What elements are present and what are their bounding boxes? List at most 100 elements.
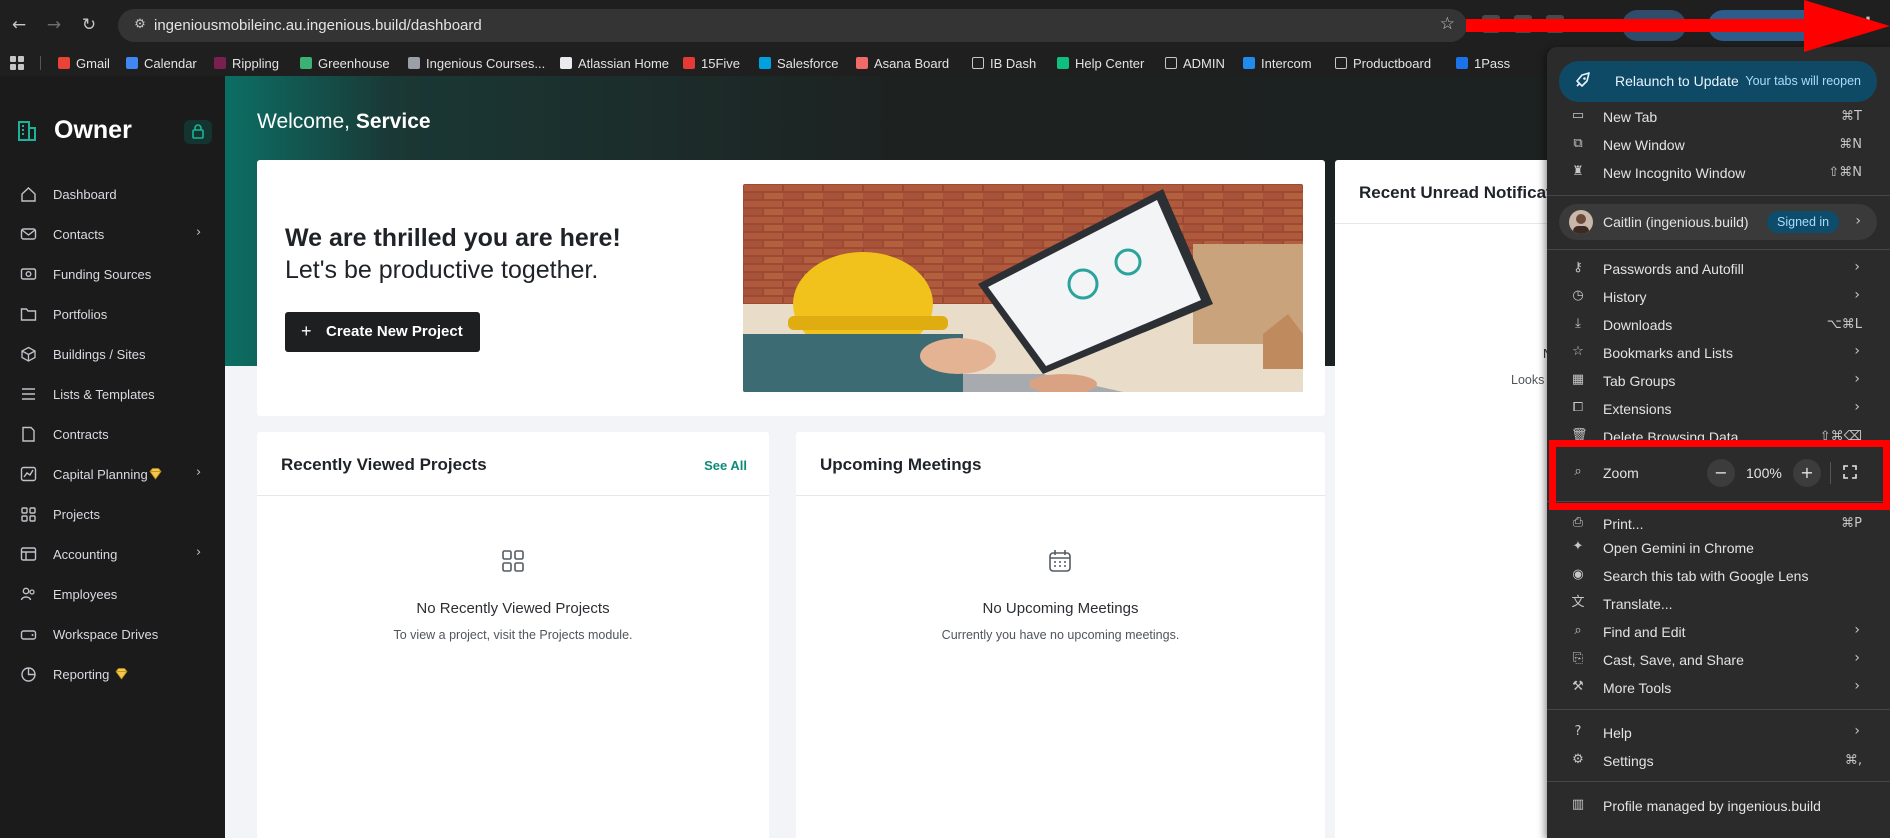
bookmark-label: 15Five [701, 55, 741, 71]
profile-name: Caitlin (ingenious.build) [1603, 214, 1749, 230]
apps-grid-icon[interactable] [10, 56, 24, 70]
menu-divider [1547, 195, 1890, 196]
sidebar-item-capital-planning[interactable]: Capital Planning › [0, 457, 225, 491]
folder-icon [1165, 57, 1177, 69]
profile-avatar [1569, 210, 1593, 234]
sidebar-item-workspace-drives[interactable]: Workspace Drives [0, 617, 225, 651]
bookmark-item[interactable]: Rippling [214, 54, 279, 72]
settings-gear-icon: ⚙ [1572, 752, 1584, 767]
menu-help[interactable]: ? Help › [1547, 719, 1890, 747]
menu-more-tools[interactable]: ⚒ More Tools › [1547, 674, 1890, 702]
menu-managed-label: Profile managed by ingenious.build [1603, 798, 1821, 814]
menu-settings-shortcut: ⌘, [1844, 753, 1862, 768]
menu-gemini[interactable]: ✦ Open Gemini in Chrome [1547, 534, 1890, 562]
bookmark-item[interactable]: ADMIN [1165, 54, 1225, 72]
sidebar-item-employees[interactable]: Employees [0, 577, 225, 611]
bookmark-favicon-icon [58, 57, 70, 69]
bookmark-favicon-icon [759, 57, 771, 69]
bookmark-item[interactable]: Salesforce [759, 54, 838, 72]
welcome-user: Service [355, 110, 431, 133]
menu-settings-label: Settings [1603, 753, 1654, 769]
menu-settings[interactable]: ⚙ Settings ⌘, [1547, 747, 1890, 775]
sidebar-item-funding-sources[interactable]: Funding Sources [0, 257, 225, 291]
recent-projects-header: Recently Viewed Projects See All [257, 432, 769, 496]
menu-profile-row[interactable]: Caitlin (ingenious.build) Signed in › [1559, 204, 1877, 240]
gemini-sparkle-icon: ✦ [1572, 539, 1584, 554]
sidebar-item-reporting[interactable]: Reporting [0, 657, 225, 691]
bookmark-item[interactable]: Intercom [1243, 54, 1312, 72]
menu-translate[interactable]: 文 Translate... [1547, 590, 1890, 618]
address-bar[interactable]: ⚙ ingeniousmobileinc.au.ingenious.build/… [118, 9, 1467, 42]
sidebar-item-contacts[interactable]: Contacts › [0, 217, 225, 251]
sidebar-item-label: Contracts [53, 427, 109, 442]
download-icon: ⤓ [1575, 316, 1581, 331]
create-project-label: Create New Project [326, 323, 463, 340]
lock-button[interactable] [184, 120, 212, 144]
bookmark-item[interactable]: Productboard [1335, 54, 1431, 72]
sidebar-item-dashboard[interactable]: Dashboard [0, 177, 225, 211]
menu-downloads[interactable]: ⤓ Downloads ⌥⌘L [1547, 311, 1890, 339]
menu-managed-profile[interactable]: ▥ Profile managed by ingenious.build [1547, 792, 1890, 820]
sidebar-item-portfolios[interactable]: Portfolios [0, 297, 225, 331]
list-icon [22, 388, 35, 400]
puzzle-icon: ⧠ [1572, 400, 1584, 415]
bookmark-item[interactable]: IB Dash [972, 54, 1036, 72]
menu-bookmarks[interactable]: ☆ Bookmarks and Lists › [1547, 339, 1890, 367]
bookmark-favicon-icon [1456, 57, 1468, 69]
menu-extensions[interactable]: ⧠ Extensions › [1547, 395, 1890, 423]
calendar-icon [1049, 550, 1071, 572]
star-icon: ☆ [1572, 344, 1584, 359]
bookmark-item[interactable]: Greenhouse [300, 54, 390, 72]
find-icon: ⌕ [1574, 623, 1582, 638]
forward-arrow-icon[interactable]: → [42, 13, 66, 37]
menu-bookmarks-label: Bookmarks and Lists [1603, 345, 1733, 361]
sidebar-item-accounting[interactable]: Accounting › [0, 537, 225, 571]
back-arrow-icon[interactable]: ← [7, 13, 31, 37]
bookmark-item[interactable]: 1Pass [1456, 54, 1510, 72]
bookmark-item[interactable]: 15Five [683, 54, 740, 72]
sidebar-item-label: Contacts [53, 227, 105, 242]
help-icon: ? [1574, 724, 1582, 739]
menu-new-window[interactable]: ⧉ New Window ⌘N [1547, 131, 1890, 159]
sidebar-item-label: Reporting [53, 667, 110, 682]
menu-new-tab[interactable]: ▭ New Tab ⌘T [1547, 103, 1890, 131]
new-window-icon: ⧉ [1573, 136, 1583, 151]
bookmark-item[interactable]: Help Center [1057, 54, 1144, 72]
menu-new-tab-label: New Tab [1603, 109, 1658, 125]
folder-icon [1335, 57, 1347, 69]
chevron-right-icon: › [196, 545, 202, 560]
menu-find-edit-label: Find and Edit [1603, 624, 1686, 640]
app-brand: Owner [54, 116, 132, 144]
see-all-link[interactable]: See All [704, 458, 747, 473]
menu-new-incognito[interactable]: ♜ New Incognito Window ⇧⌘N [1547, 159, 1890, 187]
sidebar-item-lists-templates[interactable]: Lists & Templates [0, 377, 225, 411]
sidebar-item-buildings-sites[interactable]: Buildings / Sites [0, 337, 225, 371]
relaunch-button[interactable]: Relaunch to Update Your tabs will reopen [1559, 61, 1877, 102]
reload-icon[interactable]: ↻ [77, 13, 101, 37]
create-project-button[interactable]: + Create New Project [285, 312, 480, 352]
menu-lens[interactable]: ◉ Search this tab with Google Lens [1547, 562, 1890, 590]
chevron-right-icon: › [1854, 650, 1860, 666]
printer-icon: ⎙ [1572, 515, 1584, 530]
sidebar-item-contracts[interactable]: Contracts [0, 417, 225, 451]
menu-history[interactable]: ◷ History › [1547, 283, 1890, 311]
menu-lens-label: Search this tab with Google Lens [1603, 568, 1809, 584]
grid-icon [502, 550, 524, 572]
menu-cast-save[interactable]: ⎘ Cast, Save, and Share › [1547, 646, 1890, 674]
meetings-title: Upcoming Meetings [820, 455, 982, 474]
menu-passwords[interactable]: ⚷ Passwords and Autofill › [1547, 255, 1890, 283]
bookmark-item[interactable]: Ingenious Courses... [408, 54, 545, 72]
bookmark-star-icon[interactable]: ☆ [1440, 14, 1455, 34]
menu-delete-browsing[interactable]: 🗑 Delete Browsing Data... ⇧⌘⌫ [1547, 423, 1890, 442]
menu-tab-groups[interactable]: ▦ Tab Groups › [1547, 367, 1890, 395]
menu-print-shortcut: ⌘P [1841, 516, 1862, 531]
bookmark-item[interactable]: Calendar [126, 54, 197, 72]
notifications-title: Recent Unread Notificati [1359, 183, 1557, 202]
menu-find-edit[interactable]: ⌕ Find and Edit › [1547, 618, 1890, 646]
bookmark-item[interactable]: Asana Board [856, 54, 949, 72]
grid-icon [21, 507, 36, 522]
site-settings-icon[interactable]: ⚙ [129, 14, 151, 36]
bookmark-item[interactable]: Atlassian Home [560, 54, 669, 72]
bookmark-item[interactable]: Gmail [58, 54, 110, 72]
sidebar-item-projects[interactable]: Projects [0, 497, 225, 531]
